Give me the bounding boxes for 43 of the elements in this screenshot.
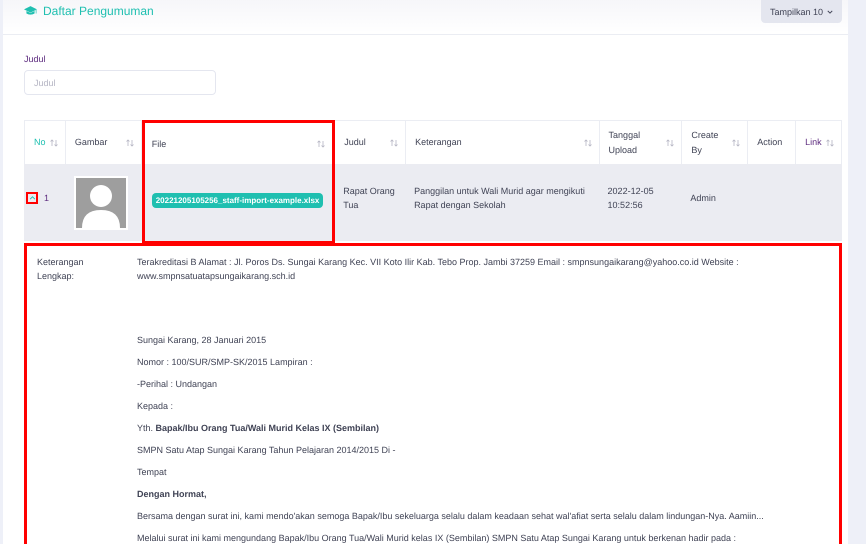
detail-paragraph: Kepada : — [137, 400, 174, 413]
sort-icon[interactable] — [582, 138, 593, 146]
table-cell-text: Panggilan untuk Wali Murid agar mengikuti Rapat dengan Sekolah — [414, 184, 586, 212]
column-label: Tanggal Upload — [608, 128, 642, 157]
table-cell-text: Admin — [690, 192, 716, 204]
chevron-up-icon — [28, 196, 36, 200]
detail-paragraph: SMPN Satu Atap Sungai Karang Tahun Pelajaran 2014/2015 Di - — [137, 444, 397, 457]
sort-icon[interactable] — [48, 138, 59, 146]
detail-paragraph: Nomor : 100/SUR/SMP-SK/2015 Lampiran : — [137, 356, 314, 369]
detail-label: Keterangan Lengkap: — [37, 256, 85, 283]
graduation-cap-icon — [24, 6, 37, 16]
detail-paragraph: Tempat — [137, 466, 168, 479]
chevron-down-icon — [827, 10, 833, 14]
detail-paragraph: Dengan Hormat, — [137, 488, 208, 501]
detail-paragraph: Yth. Bapak/Ibu Orang Tua/Wali Murid Kelas IX (Sembilan) — [137, 422, 380, 435]
sort-icon[interactable] — [825, 138, 835, 146]
avatar-placeholder-icon — [74, 176, 128, 230]
detail-paragraph: Terakreditasi B Alamat : Jl. Poros Ds. Sungai Karang Kec. VII Koto Ilir Kab. Tebo Prop. Jambi 37259 Email : smpnsungaikarang@yahoo.co.id Website : www.smpnsatuatapsungaikarang.sch.id — [137, 256, 740, 283]
collapse-toggle[interactable] — [26, 192, 38, 204]
sort-icon[interactable] — [316, 140, 326, 148]
column-label: File — [152, 138, 166, 150]
sort-icon[interactable] — [731, 138, 742, 146]
filter-label: Judul — [24, 54, 47, 64]
column-label: Action — [757, 136, 782, 149]
column-label: Create By — [691, 128, 720, 157]
sort-icon[interactable] — [389, 138, 400, 146]
page-size-button[interactable]: Tampilkan 10 — [760, 0, 842, 23]
page-title: Daftar Pengumuman — [43, 4, 154, 18]
sort-icon[interactable] — [124, 138, 135, 146]
column-label: No — [34, 136, 46, 149]
detail-paragraph: -Perihal : Undangan — [137, 378, 218, 391]
column-label: Keterangan — [415, 136, 462, 149]
column-label: Link — [805, 136, 822, 149]
column-label: Gambar — [74, 136, 108, 149]
column-label: Judul — [344, 136, 366, 149]
row-number: 1 — [44, 192, 50, 202]
table-cell-text: 2022-12-05 10:52:56 — [608, 184, 655, 212]
detail-paragraph: Bersama dengan surat ini, kami mendo'akan semoga Bapak/Ibu sekeluarga selalu dalam keadaan sehat wal'afiat serta selalu dalam lindungan-Nya. Aamiin... — [137, 510, 765, 523]
table-cell-text: Rapat Orang Tua — [343, 184, 396, 212]
sort-icon[interactable] — [665, 138, 676, 146]
title-filter-field[interactable]: Judul — [24, 70, 216, 95]
detail-paragraph: Melalui surat ini kami mengundang Bapak/Ibu Orang Tua/Wali Murid kelas IX (Sembilan) SMPN Satu Atap Sungai Karang untuk berkenan hadir pada : — [137, 532, 737, 544]
detail-paragraph: Sungai Karang, 28 Januari 2015 — [137, 334, 268, 347]
